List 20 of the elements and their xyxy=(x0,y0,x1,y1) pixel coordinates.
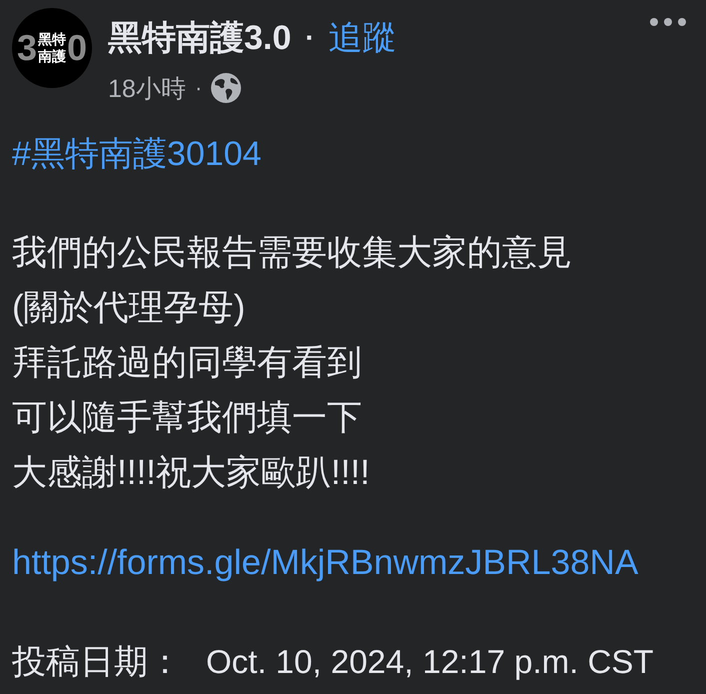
avatar-digit: 0 xyxy=(67,28,88,68)
separator-dot: · xyxy=(305,22,315,54)
form-link[interactable]: https://forms.gle/MkjRBnwmzJBRL38NA xyxy=(12,543,638,582)
globe-icon xyxy=(211,73,242,103)
follow-link[interactable]: 追蹤 xyxy=(328,15,397,61)
post-time[interactable]: 18小時 xyxy=(108,72,186,104)
post-text: 大感謝!!!!祝大家歐趴!!!! xyxy=(12,453,370,492)
hashtag-link[interactable]: #黑特南護30104 xyxy=(12,135,262,173)
post-text: 可以隨手幫我們填一下 xyxy=(12,398,362,437)
more-options-icon[interactable] xyxy=(650,18,686,26)
post-text: 我們的公民報告需要收集大家的意見 xyxy=(12,233,572,272)
date-label: 投稿日期： xyxy=(12,642,182,683)
avatar-text: 黑特 xyxy=(38,31,66,48)
separator-dot: · xyxy=(194,75,202,101)
avatar-text: 南護 xyxy=(38,48,66,65)
avatar-digit: 3 xyxy=(16,28,37,68)
post-text: 拜託路過的同學有看到 xyxy=(12,343,362,382)
post-date: Oct. 10, 2024, 12:17 p.m. CST xyxy=(206,642,654,682)
post-text: (關於代理孕母) xyxy=(12,288,246,327)
author-name[interactable]: 黑特南護3.0 xyxy=(108,15,292,61)
